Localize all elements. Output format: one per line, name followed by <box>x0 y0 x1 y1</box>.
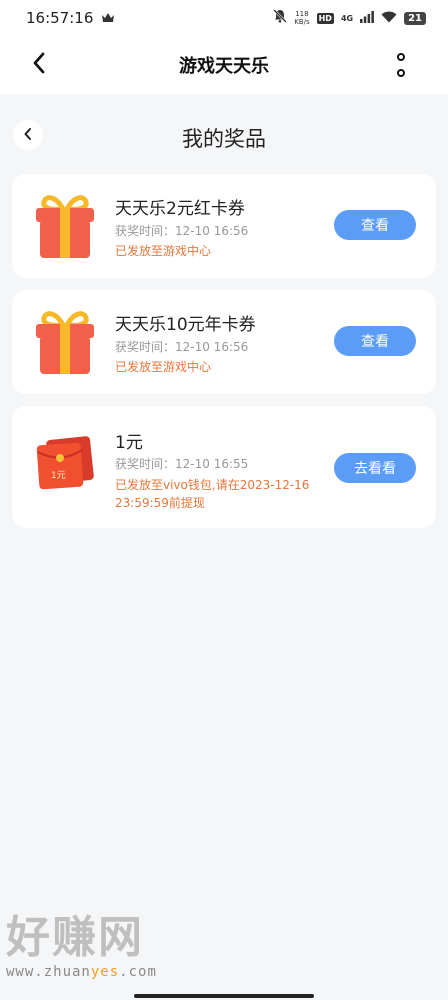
status-bar: 16:57:16 118 KB/s HD 4G 21 <box>0 0 448 36</box>
envelope-label: 1元 <box>51 471 66 481</box>
red-envelope-icon: 1元 <box>34 434 96 496</box>
network-speed: 118 KB/s <box>294 10 309 26</box>
prize-time: 获奖时间：12-10 16:56 <box>115 224 249 238</box>
view-prize-button[interactable]: 查看 <box>334 210 416 240</box>
prize-card: 天天乐2元红卡券 获奖时间：12-10 16:56 已发放至游戏中心 查看 <box>12 174 436 278</box>
wifi-icon <box>381 9 397 27</box>
more-options-button[interactable] <box>394 53 408 77</box>
gift-box-icon <box>32 306 98 380</box>
view-prize-button[interactable]: 查看 <box>334 326 416 356</box>
crown-icon <box>101 9 115 27</box>
prize-status: 已发放至游戏中心 <box>115 360 212 374</box>
prize-title: 1元 <box>115 433 143 453</box>
prize-title: 天天乐2元红卡券 <box>115 199 245 219</box>
more-dot-icon <box>397 69 405 77</box>
network-type: 4G <box>340 13 354 23</box>
gift-box-icon <box>32 190 98 264</box>
mute-bell-icon <box>273 9 288 27</box>
speed-value: 118 <box>295 10 309 18</box>
more-dot-icon <box>397 53 405 61</box>
battery-indicator: 21 <box>404 11 426 25</box>
status-left: 16:57:16 <box>26 9 115 27</box>
watermark: 好赚网 www.zhuanyes.com <box>6 912 206 980</box>
home-indicator[interactable] <box>134 994 314 998</box>
watermark-url-accent: yes <box>90 964 120 980</box>
app-header: 游戏天天乐 <box>0 36 448 94</box>
speed-unit: KB/s <box>294 18 310 26</box>
prize-time: 获奖时间：12-10 16:55 <box>115 457 249 471</box>
prize-card: 1元 1元 获奖时间：12-10 16:55 已发放至vivo钱包,请在2023… <box>12 406 436 528</box>
page-title: 我的奖品 <box>182 127 266 151</box>
go-view-button[interactable]: 去看看 <box>334 453 416 483</box>
status-right: 118 KB/s HD 4G 21 <box>273 9 426 27</box>
prize-status: 已发放至vivo钱包,请在2023-12-16 23:59:59前提现 <box>115 478 310 510</box>
header-title: 游戏天天乐 <box>179 56 269 77</box>
prize-card: 天天乐10元年卡券 获奖时间：12-10 16:56 已发放至游戏中心 查看 <box>12 290 436 394</box>
prize-status: 已发放至游戏中心 <box>115 244 212 258</box>
watermark-url-suffix: .com <box>119 964 157 980</box>
prize-time: 获奖时间：12-10 16:56 <box>115 340 249 354</box>
watermark-logo: 好赚网 <box>6 912 144 963</box>
prize-title: 天天乐10元年卡券 <box>115 315 256 335</box>
hd-badge: HD <box>316 12 334 24</box>
signal-icon <box>360 9 374 27</box>
watermark-url-prefix: www.zhuan <box>6 964 91 980</box>
watermark-url: www.zhuanyes.com <box>6 964 206 980</box>
status-time: 16:57:16 <box>26 9 94 27</box>
